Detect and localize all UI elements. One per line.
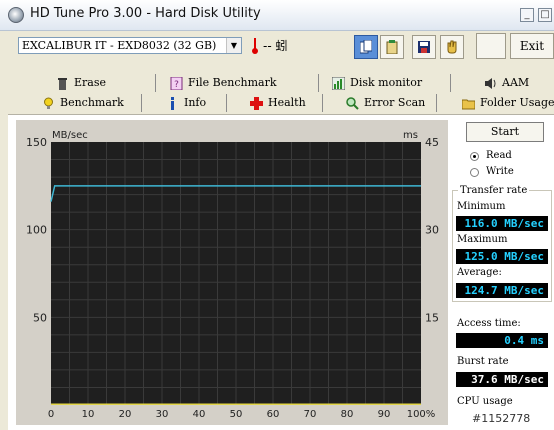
x-tick: 90 bbox=[378, 409, 391, 420]
chevron-down-icon[interactable]: ▼ bbox=[226, 38, 241, 53]
drive-select-value: EXCALIBUR IT - EXD8032 (32 GB) bbox=[22, 39, 217, 52]
write-label: Write bbox=[486, 166, 514, 177]
minimum-label: Minimum bbox=[457, 201, 506, 212]
x-tick: 50 bbox=[230, 409, 243, 420]
minimum-value: 116.0 MB/sec bbox=[456, 216, 548, 231]
x-tick: 10 bbox=[82, 409, 95, 420]
bar-chart-icon bbox=[332, 76, 345, 90]
tab-error-scan-label: Error Scan bbox=[364, 96, 426, 109]
y-tick-left: 100 bbox=[26, 224, 47, 237]
maximize-button[interactable]: □ bbox=[538, 8, 552, 22]
magnifier-icon bbox=[346, 96, 359, 110]
read-radio[interactable] bbox=[470, 152, 479, 161]
speaker-icon bbox=[485, 77, 496, 89]
access-time-value: 0.4 ms bbox=[456, 333, 548, 348]
svg-text:?: ? bbox=[174, 80, 179, 90]
floppy-disk-icon bbox=[418, 41, 430, 53]
burst-rate-value: 37.6 MB/sec bbox=[456, 372, 548, 387]
tab-health[interactable]: Health bbox=[250, 94, 306, 112]
tab-aam-label: AAM bbox=[502, 76, 530, 89]
access-time-label: Access time: bbox=[457, 318, 521, 329]
thermometer-icon bbox=[252, 38, 258, 54]
tab-info[interactable]: Info bbox=[166, 94, 206, 112]
x-tick: 80 bbox=[341, 409, 354, 420]
tab-error-scan[interactable]: Error Scan bbox=[346, 94, 425, 112]
chart-grid bbox=[51, 142, 421, 405]
tab-folder-usage-label: Folder Usage bbox=[480, 96, 554, 109]
average-value: 124.7 MB/sec bbox=[456, 283, 548, 298]
watermark-text: #1152778 bbox=[472, 412, 531, 425]
average-label: Average: bbox=[457, 267, 502, 278]
temperature-readout: -- 蚓 bbox=[263, 39, 288, 53]
start-button[interactable]: Start bbox=[466, 122, 544, 142]
tab-file-benchmark[interactable]: ? File Benchmark bbox=[170, 74, 277, 92]
x-tick: 60 bbox=[267, 409, 280, 420]
tab-file-benchmark-label: File Benchmark bbox=[188, 76, 277, 89]
save-button[interactable] bbox=[412, 35, 436, 59]
tab-health-label: Health bbox=[268, 96, 306, 109]
y-axis-left-label: MB/sec bbox=[52, 130, 88, 141]
maximum-value: 125.0 MB/sec bbox=[456, 249, 548, 264]
x-tick: 100% bbox=[407, 409, 436, 420]
file-question-icon: ? bbox=[170, 76, 183, 90]
y-tick-left: 50 bbox=[33, 311, 47, 324]
options-button[interactable] bbox=[440, 35, 464, 59]
copy-text-button[interactable] bbox=[380, 35, 404, 59]
tab-erase-label: Erase bbox=[74, 76, 107, 89]
tab-benchmark-label: Benchmark bbox=[60, 96, 124, 109]
x-tick: 30 bbox=[156, 409, 169, 420]
tab-folder-usage[interactable]: Folder Usage bbox=[462, 94, 554, 112]
tab-info-label: Info bbox=[184, 96, 207, 109]
drive-select[interactable]: EXCALIBUR IT - EXD8032 (32 GB) ▼ bbox=[18, 37, 242, 54]
trash-icon bbox=[58, 77, 67, 90]
info-icon bbox=[171, 96, 174, 110]
exit-button[interactable]: Exit bbox=[510, 33, 554, 59]
transfer-rate-label: Transfer rate bbox=[458, 185, 530, 196]
burst-rate-label: Burst rate bbox=[457, 356, 509, 367]
cpu-usage-label: CPU usage bbox=[457, 396, 513, 407]
y-tick-left: 150 bbox=[26, 136, 47, 149]
y-tick-right: 15 bbox=[425, 311, 439, 324]
y-tick-right: 30 bbox=[425, 224, 439, 237]
copy-info-button[interactable] bbox=[354, 35, 378, 59]
x-tick: 0 bbox=[48, 409, 54, 420]
lightbulb-icon bbox=[44, 97, 53, 109]
y-tick-right: 45 bbox=[425, 136, 439, 149]
title-bar: HD Tune Pro 3.00 - Hard Disk Utility _ □ bbox=[0, 0, 554, 31]
read-label: Read bbox=[486, 150, 512, 161]
tab-benchmark[interactable]: Benchmark bbox=[42, 94, 124, 112]
x-tick: 40 bbox=[193, 409, 206, 420]
tab-erase[interactable]: Erase bbox=[56, 74, 106, 92]
window-title: HD Tune Pro 3.00 - Hard Disk Utility bbox=[30, 6, 261, 21]
minimize-button[interactable]: _ bbox=[520, 8, 534, 22]
copy-icon bbox=[360, 40, 372, 54]
write-radio[interactable] bbox=[470, 168, 479, 177]
tab-disk-monitor[interactable]: Disk monitor bbox=[332, 74, 422, 92]
maximum-label: Maximum bbox=[457, 234, 508, 245]
x-tick: 70 bbox=[304, 409, 317, 420]
folder-icon bbox=[462, 99, 475, 109]
clipboard-icon bbox=[386, 40, 398, 54]
red-cross-icon bbox=[250, 96, 263, 110]
benchmark-chart: MB/sec ms 150100504530150 10 20 30 40 50 60 70 8… bbox=[26, 130, 439, 420]
hand-icon bbox=[447, 40, 457, 54]
x-tick: 20 bbox=[119, 409, 132, 420]
y-axis-right-label: ms bbox=[403, 130, 418, 141]
tab-aam[interactable]: AAM bbox=[484, 74, 529, 92]
app-icon bbox=[8, 7, 24, 23]
tab-disk-monitor-label: Disk monitor bbox=[350, 76, 423, 89]
blank-button[interactable] bbox=[476, 33, 506, 59]
